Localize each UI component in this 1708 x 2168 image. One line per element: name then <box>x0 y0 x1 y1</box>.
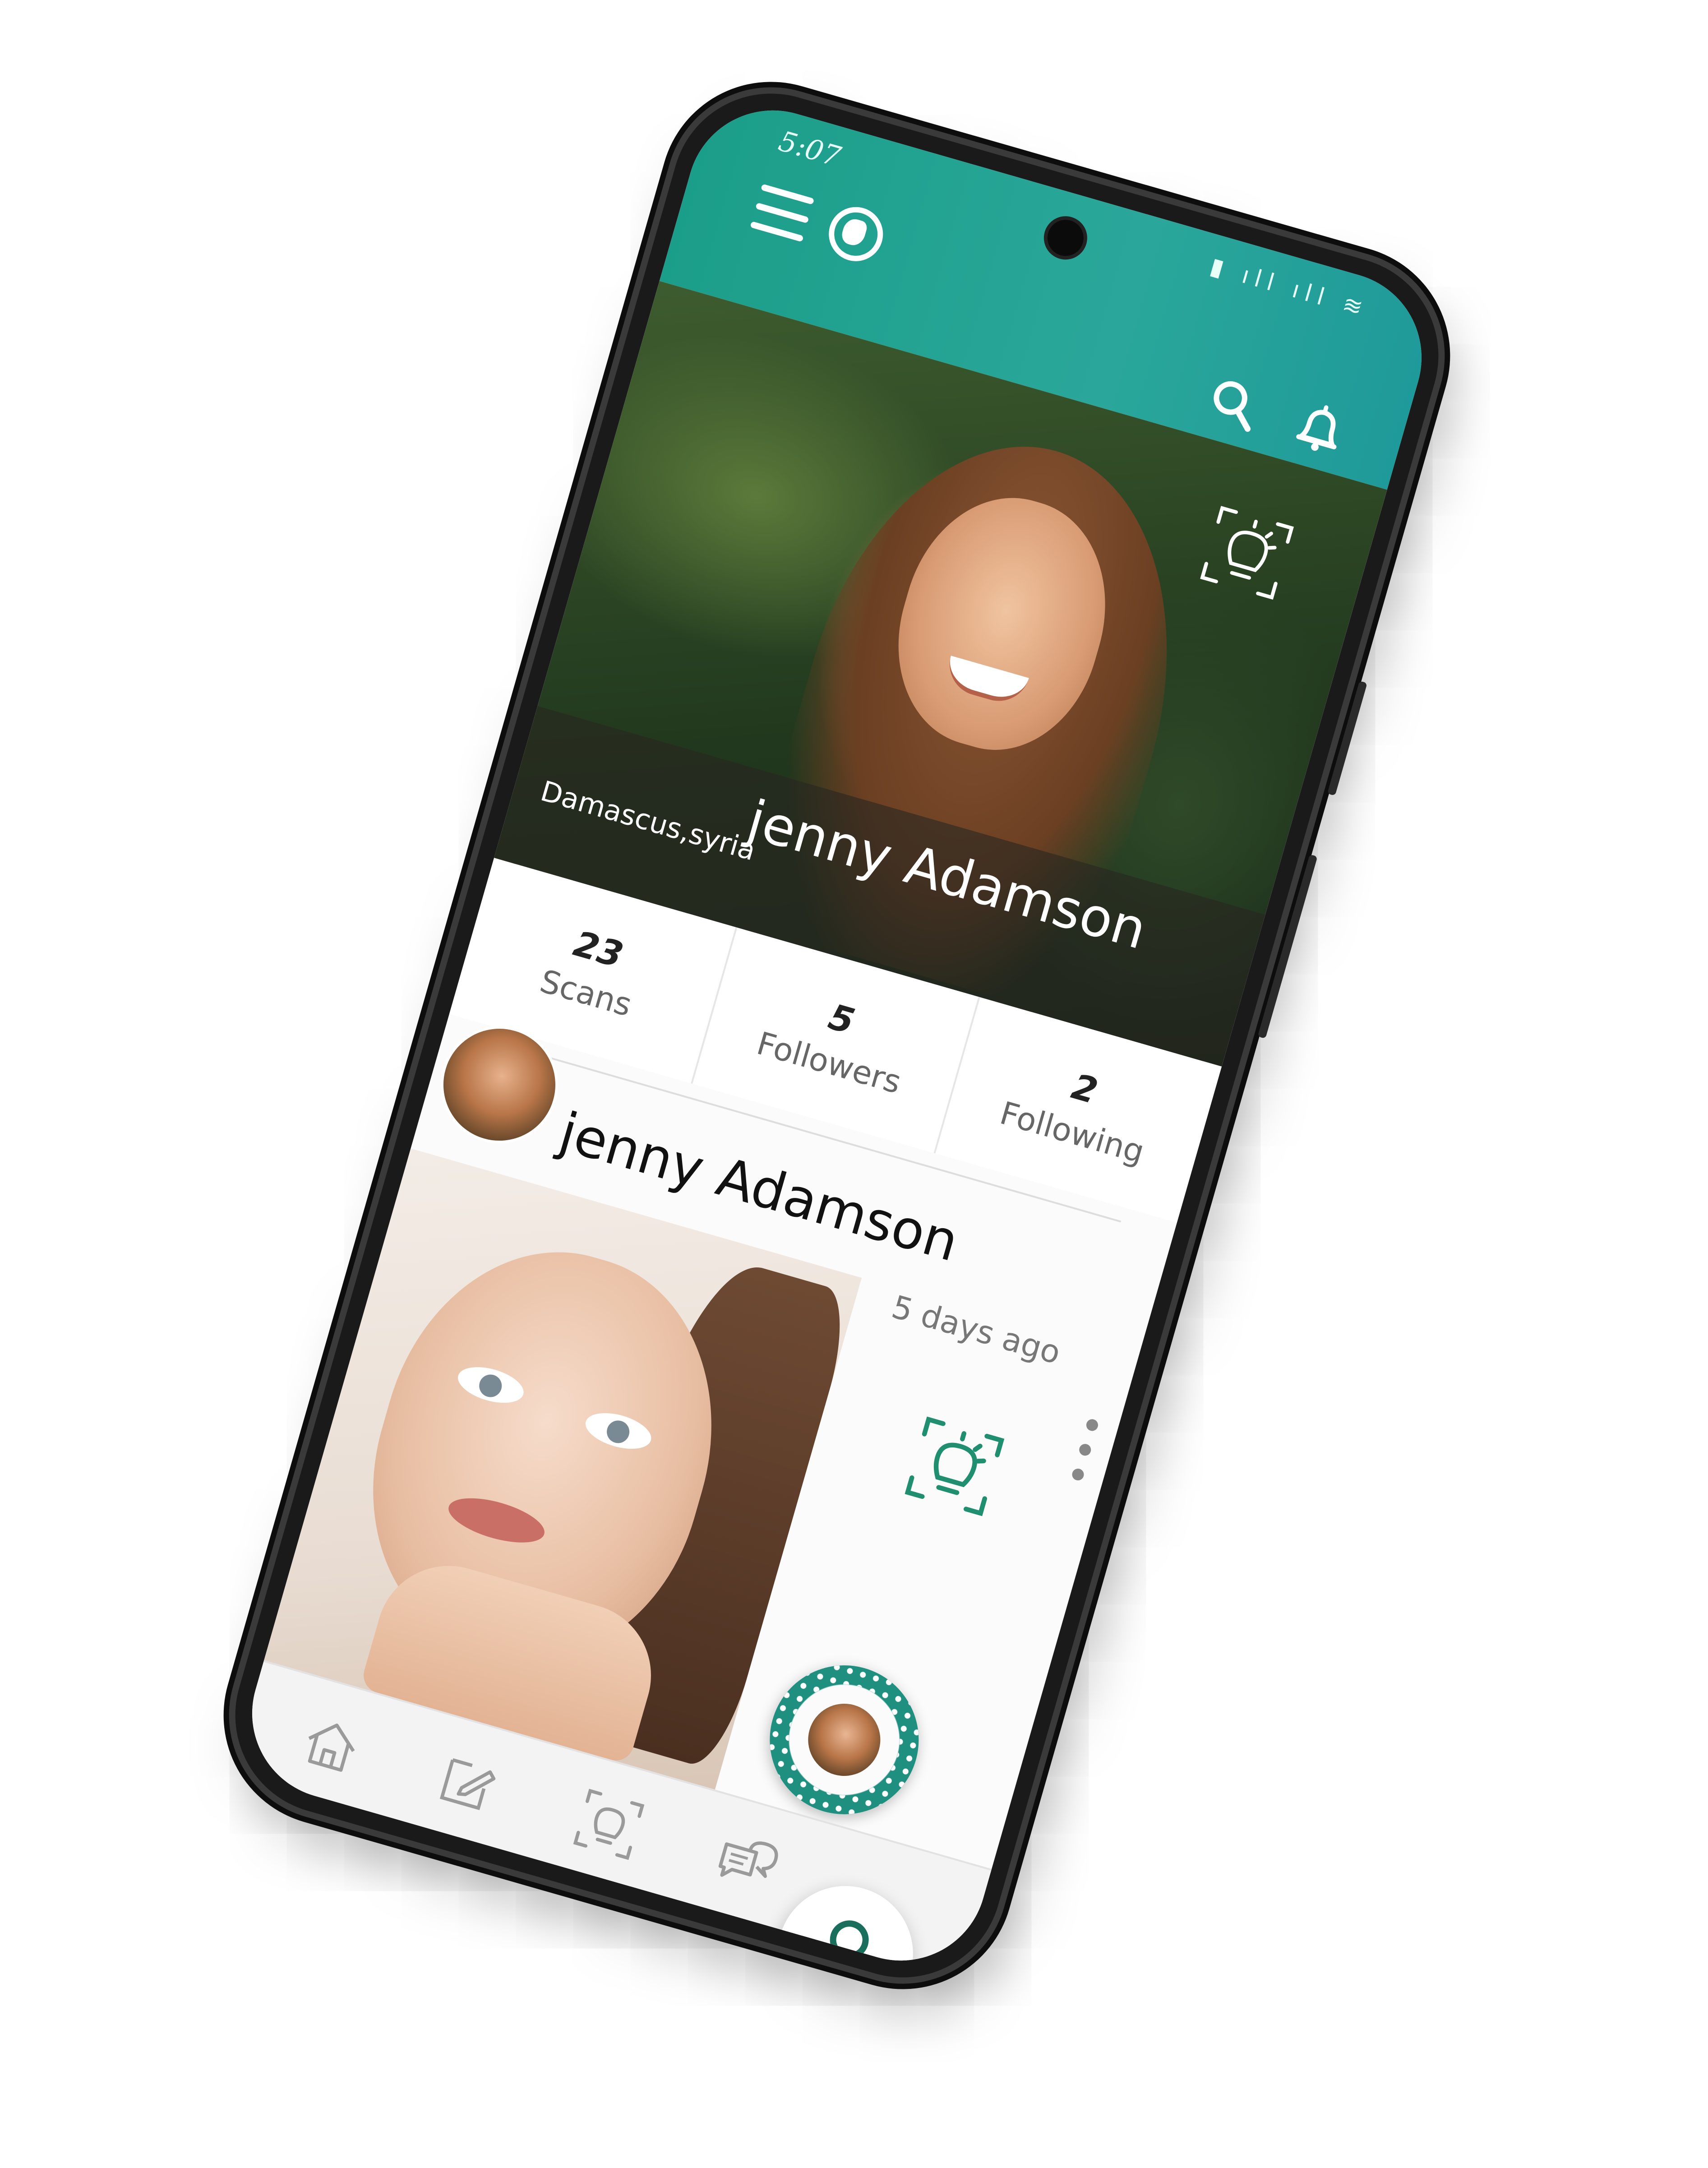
menu-icon[interactable] <box>750 184 815 242</box>
search-icon[interactable] <box>1200 370 1267 437</box>
stat-label: Scans <box>536 962 636 1024</box>
more-options-icon[interactable] <box>1071 1418 1101 1482</box>
eye <box>581 1406 656 1456</box>
status-icons: ▮ ıll ıll ≋ <box>1207 252 1372 324</box>
phone-frame: 5:07 ▮ ıll ıll ≋ jenny Adamson Damascus,… <box>212 70 1462 2001</box>
profile-icon <box>803 1920 869 1981</box>
edit-icon[interactable] <box>424 1742 508 1826</box>
stat-value: 5 <box>824 996 859 1043</box>
front-camera <box>1043 215 1088 260</box>
globe-icon[interactable] <box>822 200 890 268</box>
stat-value: 2 <box>1067 1066 1102 1112</box>
scan-bulb-icon[interactable] <box>1191 497 1302 608</box>
scan-icon[interactable] <box>567 1783 651 1867</box>
status-time: 5:07 <box>775 124 845 174</box>
mockup-stage: 5:07 ▮ ıll ıll ≋ jenny Adamson Damascus,… <box>0 0 1708 2168</box>
eye <box>454 1360 528 1410</box>
chat-icon[interactable] <box>706 1822 789 1906</box>
scan-bulb-icon[interactable] <box>896 1408 1013 1525</box>
stat-value: 23 <box>569 923 628 976</box>
bell-icon[interactable] <box>1287 395 1353 462</box>
recents-icon[interactable] <box>263 1908 329 1975</box>
home-icon[interactable] <box>290 1703 374 1787</box>
home-button-icon[interactable] <box>514 1980 581 1981</box>
post-time: 5 days ago <box>887 1288 1065 1372</box>
qr-avatar-badge[interactable] <box>752 1647 937 1832</box>
volume-button <box>1327 680 1367 796</box>
